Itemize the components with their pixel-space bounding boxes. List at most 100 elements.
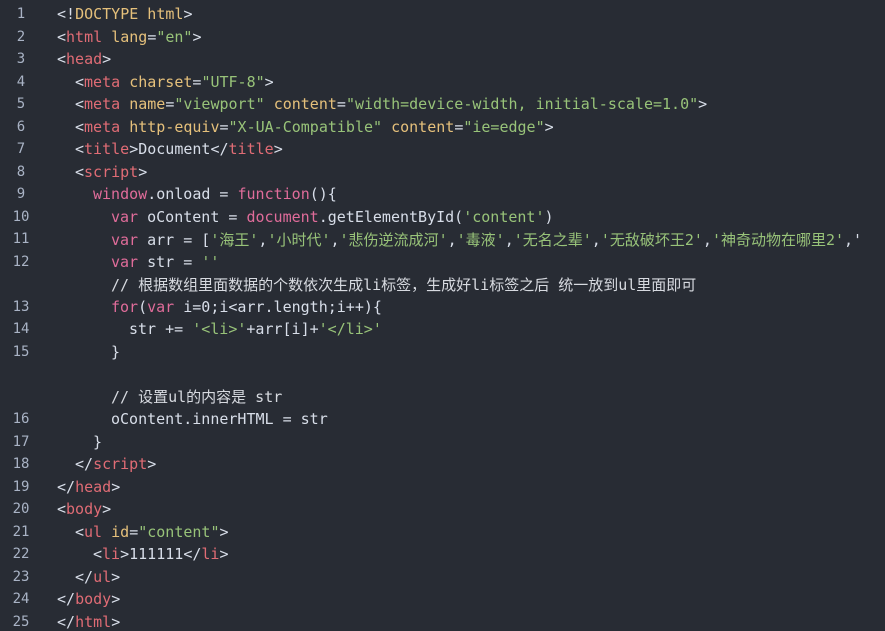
code-line[interactable]: 18 </script> [0,453,885,475]
code-token: , [591,230,601,249]
code-text[interactable]: // 设置ul的内容是 str [57,386,885,407]
code-text[interactable]: </body> [57,590,885,608]
code-line[interactable]: 2 <html lang="en"> [0,26,885,48]
code-line[interactable]: 15} [0,341,885,363]
code-token: "width=device-width, initial-scale=1.0" [345,95,699,113]
code-text[interactable]: <meta name="viewport" content="width=dev… [57,95,885,113]
code-editor[interactable]: 1 <!DOCTYPE html> 2 <html lang="en"> 3 <head>… [0,0,885,631]
code-text[interactable]: </ul> [57,568,885,586]
code-text[interactable]: window.onload = function(){ [57,185,885,203]
line-number: 21 [12,523,30,540]
code-text[interactable]: <meta charset="UTF-8"> [57,73,885,91]
code-token: .onload = [147,185,238,203]
code-text[interactable]: str += '<li>'+arr[i]+'</li>' [57,320,885,338]
code-line[interactable]: 8 <script> [0,161,885,183]
code-token: > [111,477,121,496]
code-token: ul [84,522,103,541]
code-text[interactable]: <head> [57,50,885,68]
line-number: 5 [16,96,26,112]
code-token: > [147,455,157,473]
code-token: , [447,230,457,249]
code-token: ) [544,207,554,226]
code-line[interactable]: 5 <meta name="viewport" content="width=de… [0,93,885,115]
code-line[interactable]: 1 <!DOCTYPE html> [0,3,885,25]
code-token: '小时代' [267,230,331,249]
code-token: </ [57,590,76,608]
code-token: > [183,5,193,23]
code-text[interactable]: <title>Document</title> [57,140,885,158]
code-text[interactable]: // 根据数组里面数据的个数依次生成li标签，生成好li标签之后 统一放到ul里… [57,274,885,295]
code-line[interactable]: // 设置ul的内容是 str [0,386,885,408]
code-token: } [111,342,121,361]
code-token: meta [84,72,121,91]
code-token: script [84,162,139,181]
code-line[interactable]: 9 window.onload = function(){ [0,183,885,205]
code-text[interactable]: oContent.innerHTML = str [57,410,885,428]
code-line[interactable]: 4 <meta charset="UTF-8"> [0,71,885,93]
code-line[interactable]: 20 <body> [0,498,885,520]
line-number: 16 [12,411,30,427]
code-token: id [111,522,130,541]
code-token: meta [84,117,121,136]
code-text[interactable]: </script> [57,455,885,473]
code-line[interactable]: 3 <head> [0,48,885,70]
code-line[interactable]: 13 for(var i=0;i<arr.length;i++){ [0,296,885,318]
code-text[interactable]: <script> [57,163,885,181]
code-text[interactable]: var arr = ['海王','小时代','悲伤逆流成河','毒液','无名之… [57,229,885,250]
code-token: Document [138,140,211,158]
code-line[interactable]: 19 </head> [0,476,885,498]
code-text[interactable]: <html lang="en"> [57,28,885,46]
code-token: .getElementById( [318,207,464,226]
code-line[interactable]: 22 <li>111111</li> [0,543,885,565]
code-line[interactable]: 24 </body> [0,588,885,610]
line-number: 6 [16,118,26,135]
code-text[interactable]: var oContent = document.getElementById('… [57,208,885,226]
code-line[interactable]: 14 str += '<li>'+arr[i]+'</li>' [0,318,885,340]
code-text[interactable]: } [57,433,885,451]
code-token: oContent.innerHTML = str [111,410,328,428]
code-line[interactable]: 21 <ul id="content"> [0,521,885,543]
code-token: "content" [138,522,220,541]
code-token: function [237,185,310,203]
code-text[interactable]: <li>111111</li> [57,545,885,563]
code-token: < [93,545,103,563]
code-text[interactable]: <ul id="content"> [57,523,885,541]
code-text[interactable]: </html> [57,613,885,631]
code-line[interactable]: 10 var oContent = document.getElementById… [0,206,885,228]
code-text[interactable]: } [57,343,885,361]
code-line[interactable]: // 根据数组里面数据的个数依次生成li标签，生成好li标签之后 统一放到ul里… [0,273,885,295]
code-token: name [129,95,166,113]
code-text[interactable]: <body> [57,500,885,518]
code-line[interactable]: 12 var str = '' [0,251,885,273]
code-line[interactable]: 16 oContent.innerHTML = str [0,408,885,430]
code-token: window [93,185,148,203]
code-line[interactable]: 6 <meta http-equiv="X-UA-Compatible" cont… [0,116,885,138]
code-line[interactable] [0,363,885,385]
code-line[interactable]: 25 </html> [0,611,885,631]
code-token: < [75,117,85,136]
code-token: </ [57,477,76,496]
code-token: "X-UA-Compatible" [228,117,383,136]
code-token: > [111,567,121,586]
code-text[interactable]: </head> [57,478,885,496]
code-line[interactable]: 11 var arr = ['海王','小时代','悲伤逆流成河','毒液','无… [0,228,885,250]
code-token: +arr[i]+ [246,320,319,338]
code-token: meta [84,95,121,113]
code-text[interactable]: var str = '' [57,253,885,271]
code-text[interactable]: for(var i=0;i<arr.length;i++){ [57,298,885,316]
code-token: > [102,50,112,68]
code-text[interactable]: <meta http-equiv="X-UA-Compatible" conte… [57,118,885,136]
line-number: 7 [16,141,26,157]
code-token: i=0;i<arr.length;i++){ [174,297,382,316]
line-number: 11 [12,231,30,247]
code-line[interactable]: 17} [0,431,885,453]
code-line[interactable]: 7 <title>Document</title> [0,138,885,160]
code-token: , [702,230,712,249]
code-line[interactable]: 23 </ul> [0,566,885,588]
line-number: 22 [12,546,30,562]
code-text[interactable]: <!DOCTYPE html> [57,5,885,23]
code-token: title [228,140,274,158]
code-token: < [57,27,67,46]
